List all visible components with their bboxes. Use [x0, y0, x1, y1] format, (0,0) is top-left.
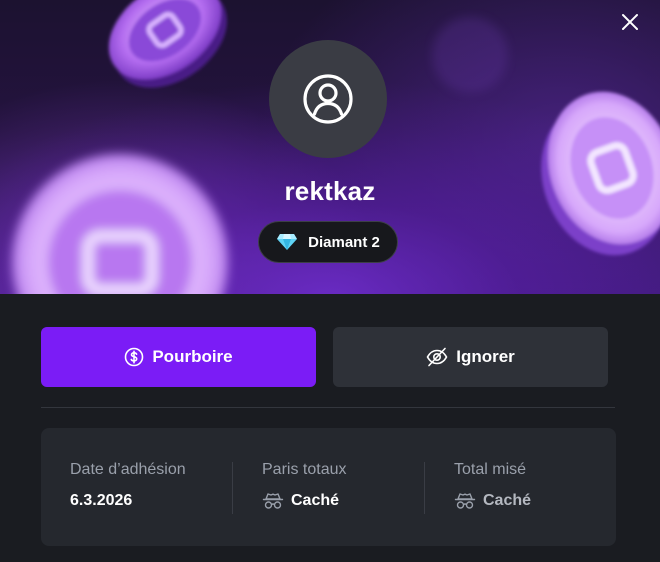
divider	[41, 407, 615, 408]
user-icon	[303, 74, 353, 124]
stat-label: Paris totaux	[262, 461, 347, 478]
stat-value: Caché	[262, 492, 339, 510]
username: rektkaz	[284, 176, 376, 206]
stat-separator	[232, 462, 233, 514]
stat-separator	[424, 462, 425, 514]
stat-label: Date d’adhésion	[70, 461, 186, 478]
rank-badge: Diamant 2	[258, 221, 398, 263]
stat-label: Total misé	[454, 461, 527, 478]
tip-button[interactable]: Pourboire	[41, 327, 316, 387]
stats-card: Date d’adhésion 6.3.2026 Paris totaux Ca…	[41, 428, 616, 546]
diamond-icon	[277, 234, 298, 250]
close-icon	[622, 14, 638, 30]
profile-hero-banner: rektkaz Diamant 2	[0, 0, 660, 294]
ignore-button-label: Ignorer	[456, 347, 515, 366]
user-profile-modal: rektkaz Diamant 2 Pourboire Ignorer Date…	[0, 0, 660, 562]
rank-label: Diamant 2	[308, 233, 380, 251]
incognito-icon	[454, 493, 476, 509]
incognito-icon	[262, 493, 284, 509]
close-button[interactable]	[618, 10, 642, 34]
stat-value: Caché	[454, 492, 531, 510]
total-bets-value: Caché	[291, 492, 340, 509]
join-date-value: 6.3.2026	[70, 492, 133, 509]
stat-value: 6.3.2026	[70, 492, 132, 510]
ignore-button[interactable]: Ignorer	[333, 327, 608, 387]
dollar-coin-icon	[125, 347, 144, 367]
eye-slash-icon	[426, 347, 448, 367]
tip-button-label: Pourboire	[152, 347, 233, 366]
total-wagered-value: Caché	[483, 492, 532, 509]
avatar	[269, 40, 387, 158]
